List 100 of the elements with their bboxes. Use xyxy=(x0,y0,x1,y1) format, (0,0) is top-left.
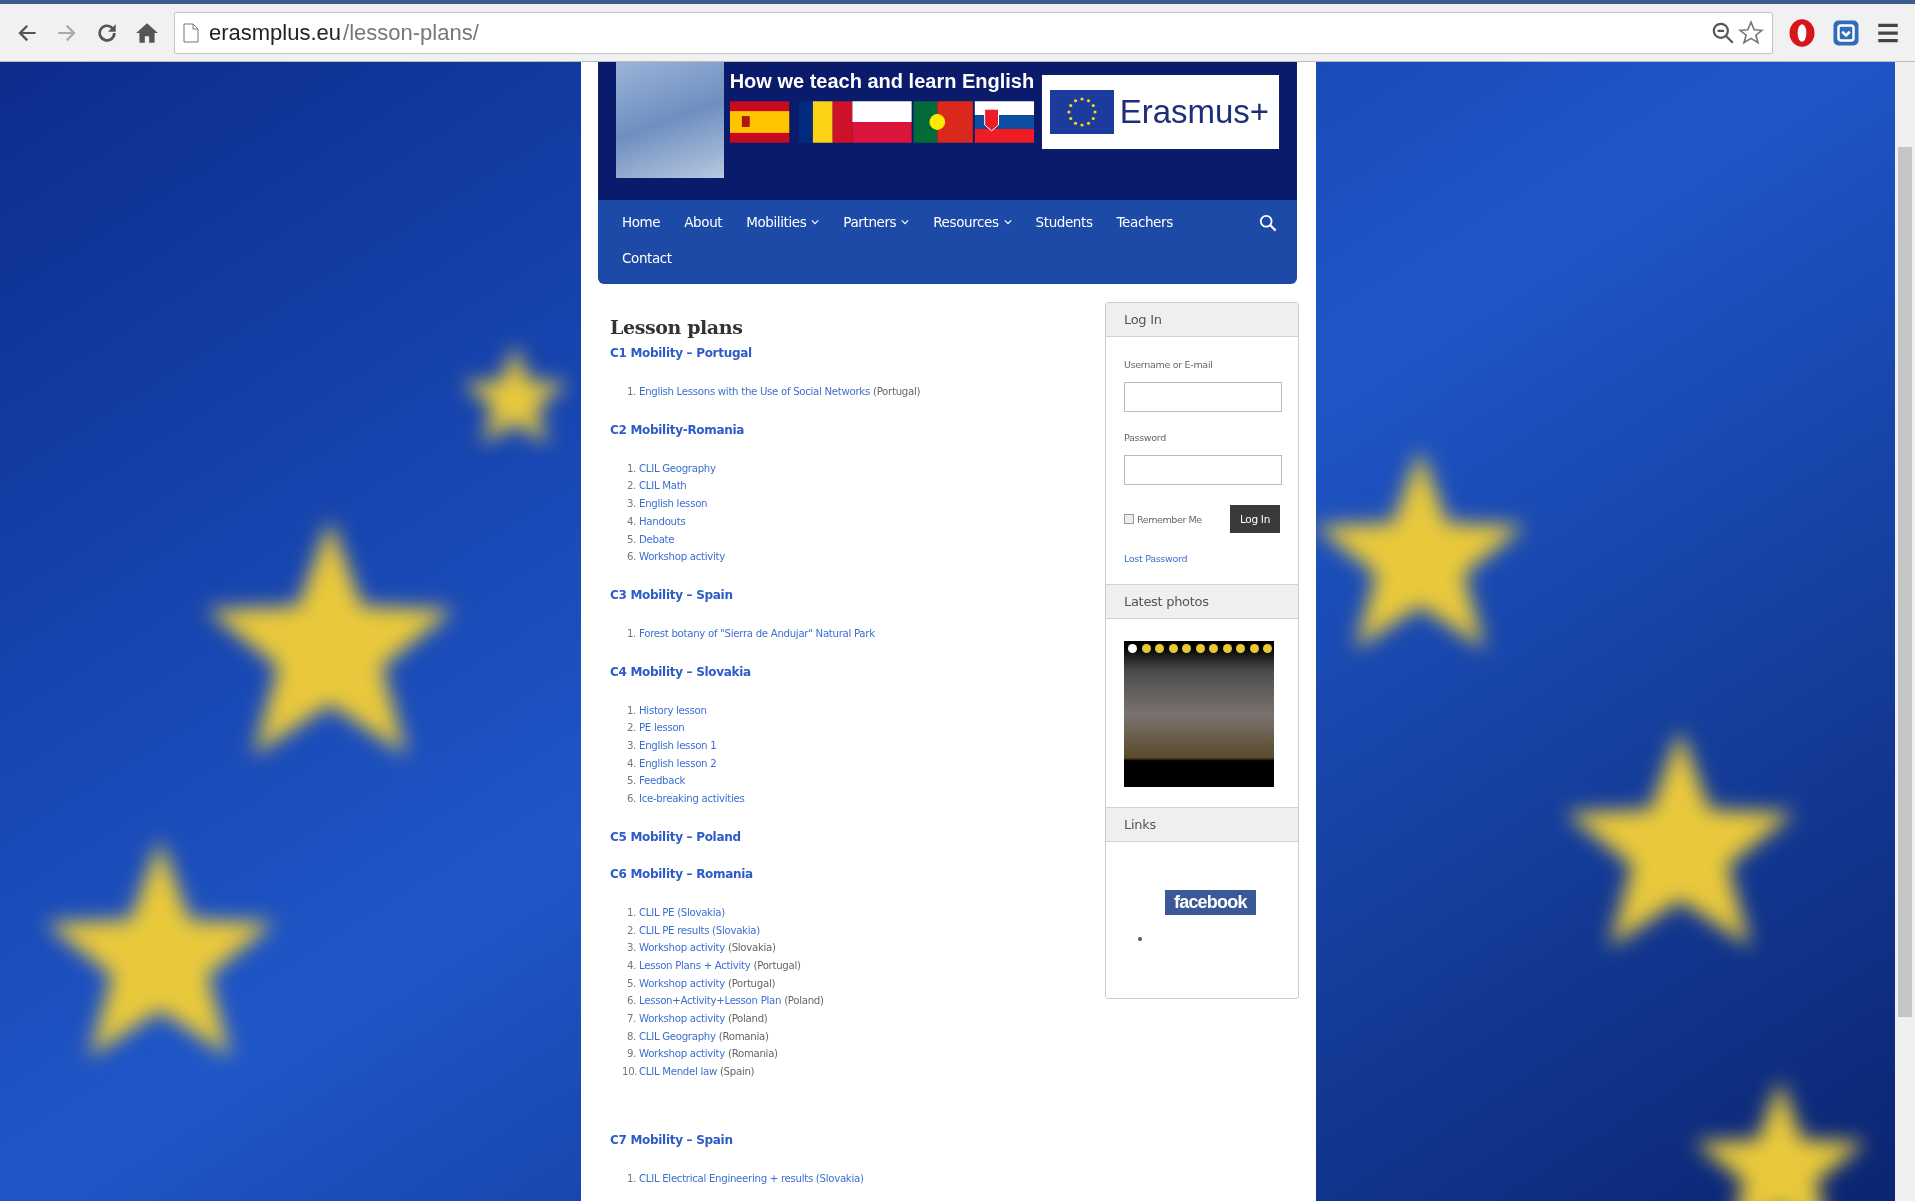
list-number: 4. xyxy=(625,756,636,771)
username-field[interactable] xyxy=(1124,382,1282,412)
list-number: 2. xyxy=(625,479,636,494)
country-note: (Poland) xyxy=(727,1012,768,1027)
address-bar[interactable]: erasmplus.eu/lesson-plans/ xyxy=(174,11,1773,54)
scrollbar[interactable] xyxy=(1895,62,1915,1201)
field-label: Username or E-mail xyxy=(1124,359,1214,370)
nav-link[interactable]: Resources xyxy=(933,214,1012,230)
list-number: 3. xyxy=(625,497,636,512)
list-number: 1. xyxy=(625,703,636,718)
lesson-link[interactable]: CLIL Geography xyxy=(639,459,716,478)
slide-dot[interactable] xyxy=(1222,644,1232,653)
photo-placeholder[interactable] xyxy=(1124,641,1274,787)
lesson-link[interactable]: History lesson xyxy=(639,701,707,720)
field-label: Password xyxy=(1124,432,1167,443)
logo-text: Erasmus+ xyxy=(1119,93,1270,131)
slide-dot[interactable] xyxy=(1209,644,1218,653)
lesson-link[interactable]: Lesson+Activity+Lesson Plan xyxy=(639,992,782,1011)
list-number: 1. xyxy=(625,461,636,476)
lesson-link[interactable]: Debate xyxy=(639,530,675,549)
lesson-link[interactable]: CLIL Mendel law xyxy=(639,1063,717,1081)
password-field[interactable] xyxy=(1124,455,1282,485)
eu-flag-icon xyxy=(1049,90,1114,134)
lesson-link[interactable]: Lesson Plans + Activity xyxy=(639,956,751,975)
lesson-link[interactable]: CLIL Electrical Engineering + results (Slovakia) xyxy=(639,1169,864,1188)
nav-link[interactable]: Partners xyxy=(843,214,910,230)
list-number: 5. xyxy=(625,532,636,547)
lesson-link[interactable]: Feedback xyxy=(639,772,686,791)
lesson-link[interactable]: Workshop activity xyxy=(639,1010,725,1028)
star-icon[interactable] xyxy=(1738,19,1764,46)
slide-dot[interactable] xyxy=(1141,644,1151,653)
login-button[interactable]: Log In xyxy=(1229,505,1280,533)
country-note: (Poland) xyxy=(784,994,824,1009)
list-number: 3. xyxy=(625,739,636,754)
lesson-link[interactable]: English lesson 1 xyxy=(639,737,717,755)
list-number: 1. xyxy=(625,385,636,399)
bullet-icon xyxy=(1138,937,1142,941)
lesson-link[interactable]: CLIL PE (Slovakia) xyxy=(639,903,725,922)
list-number: 1. xyxy=(625,1171,636,1186)
list-number: 4. xyxy=(625,958,636,973)
section-link[interactable]: C4 Mobility – Slovakia xyxy=(610,664,1105,679)
page-title: Lesson plans xyxy=(610,316,744,338)
slide-dot[interactable] xyxy=(1249,644,1259,653)
country-note: (Portugal) xyxy=(753,958,801,973)
slide-dot[interactable] xyxy=(1195,644,1205,653)
facebook-badge[interactable]: facebook xyxy=(1165,890,1256,915)
list-number: 6. xyxy=(625,550,636,565)
lesson-link[interactable]: CLIL Math xyxy=(639,477,687,496)
lesson-link[interactable]: Workshop activity xyxy=(639,939,725,957)
lesson-link[interactable]: Workshop activity xyxy=(639,548,725,566)
search-icon[interactable] xyxy=(1259,214,1277,232)
remember-checkbox[interactable] xyxy=(1124,514,1134,524)
nav-link[interactable]: Home xyxy=(622,214,661,230)
scrollbar-thumb[interactable] xyxy=(1898,147,1912,1017)
lesson-link[interactable]: Workshop activity xyxy=(639,974,725,993)
lesson-link[interactable]: Forest botany of "Sierra de Andujar" Natural Park xyxy=(639,624,875,643)
list-number: 3. xyxy=(625,941,636,956)
lesson-link[interactable]: Workshop activity xyxy=(639,1045,725,1064)
slide-dot[interactable] xyxy=(1155,644,1164,653)
country-note: (Slovakia) xyxy=(727,941,776,956)
lesson-link[interactable]: Ice-breaking activities xyxy=(639,790,745,808)
lesson-link[interactable]: Handouts xyxy=(639,512,686,531)
lesson-link[interactable]: PE lesson xyxy=(639,719,685,738)
slide-dot[interactable] xyxy=(1128,644,1137,653)
slide-dot[interactable] xyxy=(1236,644,1245,653)
page-icon xyxy=(183,22,199,43)
slide-dot[interactable] xyxy=(1182,644,1191,653)
lesson-link[interactable]: CLIL PE results (Slovakia) xyxy=(639,921,760,940)
section-link[interactable]: C7 Mobility – Spain xyxy=(610,1132,1105,1147)
lost-password-link[interactable]: Lost Password xyxy=(1124,553,1280,564)
nav-link[interactable]: Mobilities xyxy=(746,214,820,230)
nav-link[interactable]: Contact xyxy=(622,250,672,266)
section-link[interactable]: C5 Mobility – Poland xyxy=(610,829,1105,844)
nav-link[interactable]: About xyxy=(684,214,723,230)
section-link[interactable]: C1 Mobility – Portugal xyxy=(610,346,1105,360)
nav-link[interactable]: Students xyxy=(1035,214,1093,230)
list-number: 10. xyxy=(622,1065,636,1080)
nav-link[interactable]: Teachers xyxy=(1116,214,1173,230)
extension-icon[interactable] xyxy=(1787,17,1817,48)
slide-dot[interactable] xyxy=(1263,644,1272,653)
widget-title: Latest photos xyxy=(1106,584,1298,619)
country-note: (Romania) xyxy=(727,1047,778,1062)
chevron-down-icon xyxy=(901,219,910,225)
list-number: 6. xyxy=(625,994,636,1009)
section-link[interactable]: C6 Mobility – Romania xyxy=(610,866,1105,881)
section-link[interactable]: C2 Mobility-Romania xyxy=(610,422,1105,437)
lesson-link[interactable]: English lesson 2 xyxy=(639,754,717,773)
list-number: 5. xyxy=(625,976,636,991)
lesson-link[interactable]: English lesson xyxy=(639,495,708,513)
lesson-link[interactable]: CLIL Geography xyxy=(639,1027,716,1046)
list-number: 2. xyxy=(625,721,636,736)
widget-title: Log In xyxy=(1106,303,1298,337)
list-number: 1. xyxy=(625,905,636,920)
slide-dot[interactable] xyxy=(1168,644,1178,653)
country-note: (Romania) xyxy=(718,1029,769,1044)
section-link[interactable]: C3 Mobility – Spain xyxy=(610,587,1105,602)
lesson-link[interactable]: English Lessons with the Use of Social Networks xyxy=(639,383,870,401)
list-number: 7. xyxy=(625,1012,636,1027)
checkbox-label: Remember Me xyxy=(1137,513,1202,525)
list-number: 2. xyxy=(625,923,636,938)
